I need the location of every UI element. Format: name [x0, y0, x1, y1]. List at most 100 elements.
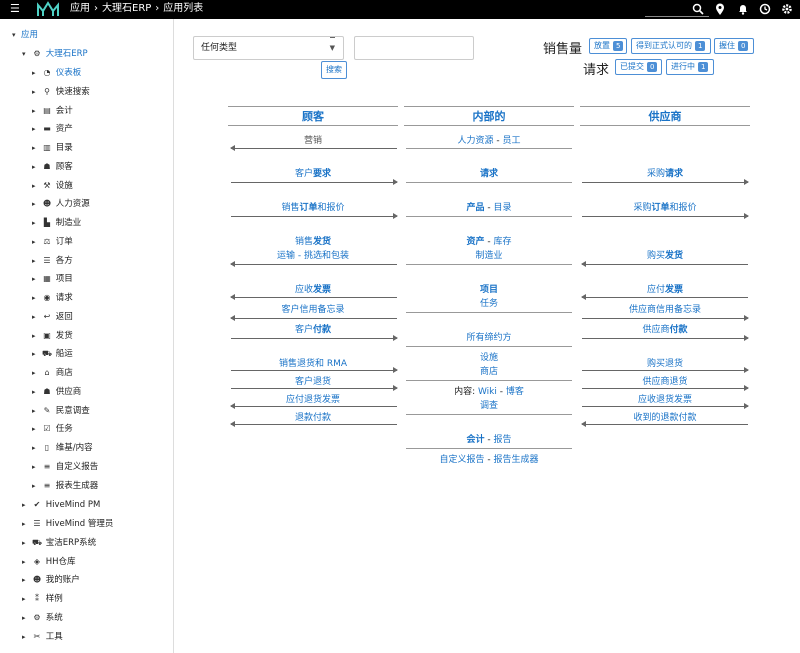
- sidebar-item[interactable]: ▸ ▯ 维基/内容: [32, 440, 93, 456]
- manufacturing-link[interactable]: 制造业: [404, 250, 574, 262]
- agreements-link[interactable]: 所有缔约方: [404, 332, 574, 344]
- facility-link[interactable]: 设施: [404, 352, 574, 364]
- caret-right-icon[interactable]: ▸: [32, 121, 41, 137]
- sidebar-item[interactable]: ▸ ▙ 制造业: [32, 215, 81, 231]
- caret-down-icon[interactable]: ▾: [12, 27, 21, 43]
- caret-right-icon[interactable]: ▸: [32, 253, 41, 269]
- sidebar-item[interactable]: ▸ ☰ 各方: [32, 253, 73, 269]
- gear-icon[interactable]: [780, 2, 794, 16]
- sidebar-item[interactable]: ▸ ▤ 会计: [32, 103, 73, 119]
- type-select[interactable]: 任何类型 ▼: [193, 36, 344, 60]
- sidebar-item[interactable]: ▸ ✎ 民意调查: [32, 403, 90, 419]
- sidebar-item[interactable]: ▸ ☑ 任务: [32, 421, 73, 437]
- sidebar-item[interactable]: ▸ ⚖ 订单: [32, 234, 73, 250]
- caret-right-icon[interactable]: ▸: [32, 178, 41, 194]
- sidebar-item[interactable]: ▸ ⚒ 设施: [32, 178, 73, 194]
- purchase-shipment-link[interactable]: 购买发货: [580, 250, 750, 262]
- sidebar-app[interactable]: ▸ ⚙ 系统: [22, 610, 63, 626]
- product-catalog-link[interactable]: 产品 - 目录: [404, 202, 574, 214]
- caret-right-icon[interactable]: ▸: [32, 290, 41, 306]
- caret-right-icon[interactable]: ▸: [32, 346, 41, 362]
- customer-header[interactable]: 顾客: [228, 108, 398, 124]
- request-link[interactable]: 请求: [404, 168, 574, 180]
- customer-request-link[interactable]: 客户要求: [228, 168, 398, 180]
- sidebar-app[interactable]: ▸ ⛟ 宝洁ERP系统: [22, 535, 96, 551]
- blog-link[interactable]: 博客: [506, 387, 524, 397]
- caret-right-icon[interactable]: ▸: [22, 516, 31, 532]
- purchase-order-link[interactable]: 采购订单和报价: [580, 202, 750, 214]
- project-link[interactable]: 项目: [404, 284, 574, 296]
- customer-payment-link[interactable]: 客户付款: [228, 324, 398, 336]
- sidebar-item[interactable]: ▸ ▥ 目录: [32, 140, 73, 156]
- sales-order-link[interactable]: 销售订单和报价: [228, 202, 398, 214]
- hr-employee-link[interactable]: 人力资源 - 员工: [404, 135, 574, 147]
- supplier-payment-link[interactable]: 供应商付款: [580, 324, 750, 336]
- breadcrumb-item[interactable]: 应用列表: [163, 3, 203, 14]
- sidebar-item[interactable]: ▸ ▬ 资产: [32, 121, 73, 137]
- sidebar-item[interactable]: ▸ ☗ 顾客: [32, 159, 73, 175]
- sidebar-item[interactable]: ▸ ↩ 返回: [32, 309, 73, 325]
- caret-right-icon[interactable]: ▸: [32, 365, 41, 381]
- caret-right-icon[interactable]: ▸: [32, 84, 41, 100]
- caret-right-icon[interactable]: ▸: [22, 629, 31, 645]
- breadcrumb-item[interactable]: 应用: [70, 3, 90, 14]
- supplier-credit-memo-link[interactable]: 供应商信用备忘录: [580, 304, 750, 316]
- in-progress-button[interactable]: 进行中 1: [666, 59, 714, 75]
- report-builder-link[interactable]: 报告生成器: [493, 455, 538, 465]
- ar-invoice-link[interactable]: 应收发票: [228, 284, 398, 296]
- accounting-report-link[interactable]: 会计 - 报告: [404, 434, 574, 446]
- sidebar-item[interactable]: ▸ ⚲ 快速搜索: [32, 84, 90, 100]
- caret-right-icon[interactable]: ▸: [22, 591, 31, 607]
- internal-header[interactable]: 内部的: [404, 108, 574, 124]
- sidebar-item[interactable]: ▸ ◔ 仪表板: [32, 65, 81, 81]
- sidebar-item[interactable]: ▸ ◉ 请求: [32, 290, 73, 306]
- assets-inventory-link[interactable]: 资产 - 库存: [404, 236, 574, 248]
- sales-shipment-link[interactable]: 销售发货: [228, 236, 398, 248]
- caret-right-icon[interactable]: ▸: [32, 234, 41, 250]
- sidebar-item[interactable]: ▸ ▣ 发货: [32, 328, 73, 344]
- supplier-return-link[interactable]: 供应商退货: [580, 376, 750, 388]
- supplier-header[interactable]: 供应商: [580, 108, 750, 124]
- sidebar-item-erp[interactable]: ▾ ⚙ 大理石ERP: [22, 46, 88, 62]
- customer-credit-memo-link[interactable]: 客户信用备忘录: [228, 304, 398, 316]
- sidebar-app[interactable]: ▸ ✔ HiveMind PM: [22, 497, 100, 513]
- menu-icon[interactable]: ☰: [10, 3, 20, 15]
- ap-return-invoice-link[interactable]: 应付退货发票: [228, 394, 398, 406]
- ap-invoice-link[interactable]: 应付发票: [580, 284, 750, 296]
- placed-button[interactable]: 放置 5: [589, 38, 627, 54]
- sidebar-app[interactable]: ▸ ⁑ 样例: [22, 591, 63, 607]
- ar-return-invoice-link[interactable]: 应收退货发票: [580, 394, 750, 406]
- sales-return-link[interactable]: 销售退货和 RMA: [228, 358, 398, 370]
- sidebar-item[interactable]: ▸ ≡ 报表生成器: [32, 478, 98, 494]
- caret-right-icon[interactable]: ▸: [32, 215, 41, 231]
- sidebar-item[interactable]: ▸ ≡ 自定义报告: [32, 459, 98, 475]
- history-icon[interactable]: [758, 2, 772, 16]
- caret-right-icon[interactable]: ▸: [32, 196, 41, 212]
- customer-return-link[interactable]: 客户退货: [228, 376, 398, 388]
- sidebar-item-apps[interactable]: ▾ 应用: [12, 27, 38, 43]
- caret-right-icon[interactable]: ▸: [32, 65, 41, 81]
- purchase-return-link[interactable]: 购买退货: [580, 358, 750, 370]
- caret-right-icon[interactable]: ▸: [32, 140, 41, 156]
- sidebar-app[interactable]: ▸ ✂ 工具: [22, 629, 63, 645]
- sidebar-app[interactable]: ▸ ☻ 我的账户: [22, 572, 80, 588]
- search-button[interactable]: 搜索: [321, 61, 347, 79]
- sidebar-app[interactable]: ▸ ◈ HH仓库: [22, 554, 76, 570]
- search-icon[interactable]: [691, 2, 705, 16]
- task-link[interactable]: 任务: [404, 298, 574, 310]
- sidebar-item[interactable]: ▸ ☻ 人力资源: [32, 196, 90, 212]
- wiki-link[interactable]: Wiki: [478, 387, 497, 397]
- caret-right-icon[interactable]: ▸: [22, 497, 31, 513]
- caret-right-icon[interactable]: ▸: [32, 384, 41, 400]
- refund-payment-link[interactable]: 退款付款: [228, 412, 398, 424]
- bell-icon[interactable]: [736, 2, 750, 16]
- caret-right-icon[interactable]: ▸: [22, 610, 31, 626]
- logo[interactable]: [36, 1, 60, 18]
- sidebar-item[interactable]: ▸ ▦ 项目: [32, 271, 73, 287]
- caret-down-icon[interactable]: ▾: [22, 46, 31, 62]
- approved-button[interactable]: 得到正式认可的 1: [631, 38, 711, 54]
- search-field[interactable]: [354, 36, 474, 60]
- shipping-pick-link[interactable]: 运输 - 挑选和包装: [228, 250, 398, 262]
- caret-right-icon[interactable]: ▸: [32, 328, 41, 344]
- hold-button[interactable]: 握住 0: [714, 38, 754, 54]
